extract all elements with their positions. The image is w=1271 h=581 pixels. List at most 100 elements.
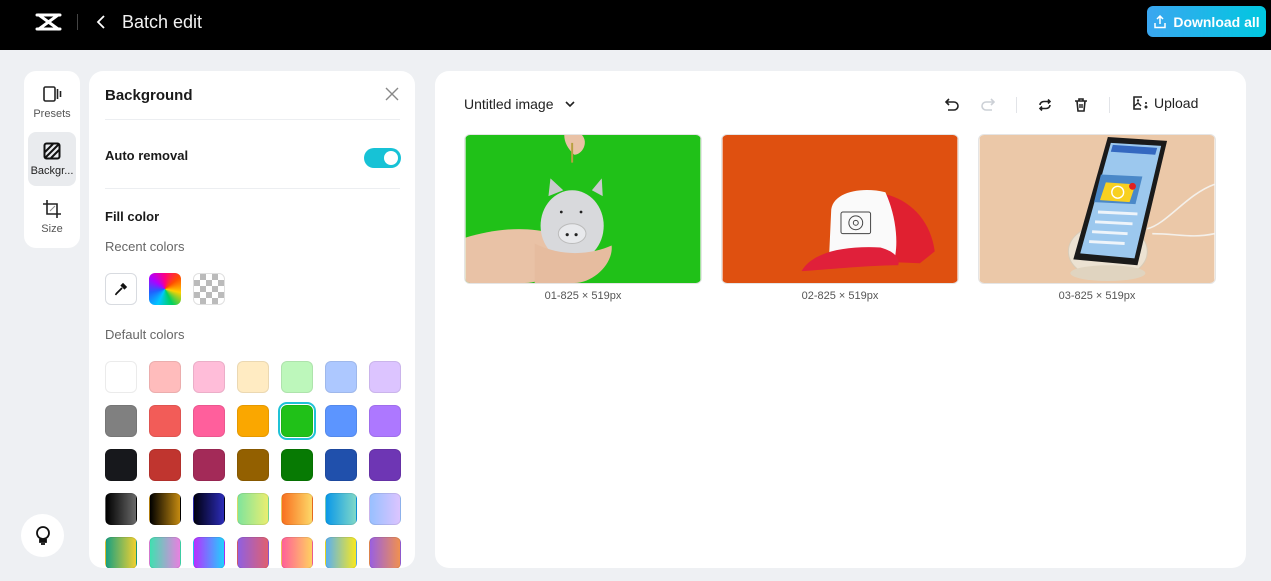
color-swatch[interactable] <box>237 537 269 568</box>
capcut-logo-icon[interactable] <box>35 12 62 32</box>
fill-color-label: Fill color <box>105 209 160 224</box>
image-card: 01-825 × 519px <box>464 134 702 302</box>
color-swatch[interactable] <box>237 361 269 393</box>
back-chevron-icon[interactable] <box>94 12 108 32</box>
custom-color-picker-swatch[interactable] <box>149 273 181 305</box>
color-swatch[interactable] <box>369 405 401 437</box>
color-swatch[interactable] <box>325 449 357 481</box>
page-title: Batch edit <box>122 12 203 32</box>
color-swatch[interactable] <box>149 361 181 393</box>
image-card: 02-825 × 519px <box>721 134 959 302</box>
crop-icon <box>43 200 61 218</box>
color-swatch[interactable] <box>105 493 137 525</box>
color-swatch[interactable] <box>281 537 313 568</box>
auto-removal-label: Auto removal <box>105 148 189 163</box>
tips-button[interactable] <box>21 514 64 557</box>
recent-colors-label: Recent colors <box>105 239 185 254</box>
color-swatch[interactable] <box>369 361 401 393</box>
image-add-icon <box>1133 96 1148 110</box>
header-divider <box>77 14 78 30</box>
download-all-button[interactable]: Download all <box>1147 6 1266 37</box>
document-title-dropdown[interactable]: Untitled image <box>464 96 576 112</box>
color-swatch[interactable] <box>105 449 137 481</box>
color-swatch[interactable] <box>281 493 313 525</box>
color-swatch[interactable] <box>193 449 225 481</box>
presets-icon <box>43 86 62 102</box>
color-swatch[interactable] <box>325 493 357 525</box>
chevron-down-icon <box>564 101 575 108</box>
default-colors-label: Default colors <box>105 327 185 342</box>
lightbulb-icon <box>35 525 50 545</box>
color-swatch[interactable] <box>278 402 316 440</box>
image-thumbnail-piggy-bank[interactable] <box>464 134 702 284</box>
color-swatch[interactable] <box>325 537 357 568</box>
color-swatch[interactable] <box>193 537 225 568</box>
download-all-label: Download all <box>1173 13 1260 30</box>
rail-item-label: Presets <box>33 108 71 120</box>
tool-rail: Presets Backgr... Size <box>24 71 80 248</box>
share-upload-icon <box>1154 14 1167 28</box>
color-swatch[interactable] <box>149 449 181 481</box>
color-swatch[interactable] <box>281 361 313 393</box>
toolbar-divider <box>1016 97 1017 113</box>
default-colors-grid <box>105 361 401 568</box>
image-caption: 01-825 × 519px <box>544 290 622 302</box>
redo-button[interactable] <box>978 95 998 115</box>
color-swatch[interactable] <box>193 493 225 525</box>
auto-removal-toggle[interactable] <box>364 148 401 168</box>
trucker-cap-image <box>722 135 958 283</box>
upload-button[interactable]: Upload <box>1132 95 1198 111</box>
color-swatch[interactable] <box>149 405 181 437</box>
color-swatch[interactable] <box>369 493 401 525</box>
color-swatch[interactable] <box>369 449 401 481</box>
eyedropper-button[interactable] <box>105 273 137 305</box>
color-swatch[interactable] <box>369 537 401 568</box>
upload-label: Upload <box>1154 95 1199 111</box>
toolbar-divider <box>1109 97 1110 113</box>
color-swatch[interactable] <box>105 405 137 437</box>
top-bar: Batch edit Download all <box>0 0 1271 50</box>
divider <box>105 188 400 189</box>
rail-item-size[interactable]: Size <box>28 190 76 244</box>
canvas-area: Untitled image Upload 01-825 × 519px 02-… <box>435 71 1246 568</box>
color-swatch[interactable] <box>105 361 137 393</box>
color-swatch[interactable] <box>193 405 225 437</box>
panel-title: Background <box>105 87 193 104</box>
image-caption: 02-825 × 519px <box>801 290 879 302</box>
color-swatch[interactable] <box>149 537 181 568</box>
undo-button[interactable] <box>942 95 962 115</box>
document-title: Untitled image <box>464 96 554 112</box>
background-icon <box>43 142 61 160</box>
trash-icon <box>1075 98 1087 112</box>
redo-icon <box>981 98 996 111</box>
close-icon[interactable] <box>385 87 399 101</box>
color-swatch[interactable] <box>149 493 181 525</box>
rail-item-label: Size <box>41 223 63 235</box>
swap-icon <box>1038 98 1052 112</box>
divider <box>105 119 400 120</box>
eyedropper-icon <box>114 282 128 296</box>
undo-icon <box>944 98 959 111</box>
piggy-bank-image <box>465 135 701 283</box>
color-swatch[interactable] <box>237 493 269 525</box>
transparent-swatch[interactable] <box>193 273 225 305</box>
rail-item-background[interactable]: Backgr... <box>28 132 76 186</box>
color-swatch[interactable] <box>237 405 269 437</box>
color-swatch[interactable] <box>325 405 357 437</box>
recent-colors-row <box>105 273 225 305</box>
color-swatch[interactable] <box>193 361 225 393</box>
color-swatch[interactable] <box>237 449 269 481</box>
phone-charger-image <box>979 135 1215 283</box>
color-swatch[interactable] <box>105 537 137 568</box>
image-caption: 03-825 × 519px <box>1058 290 1136 302</box>
replace-button[interactable] <box>1035 95 1055 115</box>
rail-item-presets[interactable]: Presets <box>28 75 76 129</box>
background-panel: Background Auto removal Fill color Recen… <box>89 71 415 568</box>
color-swatch[interactable] <box>281 449 313 481</box>
rail-item-label: Backgr... <box>30 165 74 177</box>
color-swatch[interactable] <box>325 361 357 393</box>
image-thumbnail-phone[interactable] <box>978 134 1216 284</box>
image-thumbnail-cap[interactable] <box>721 134 959 284</box>
image-card: 03-825 × 519px <box>978 134 1216 302</box>
delete-button[interactable] <box>1071 95 1091 115</box>
